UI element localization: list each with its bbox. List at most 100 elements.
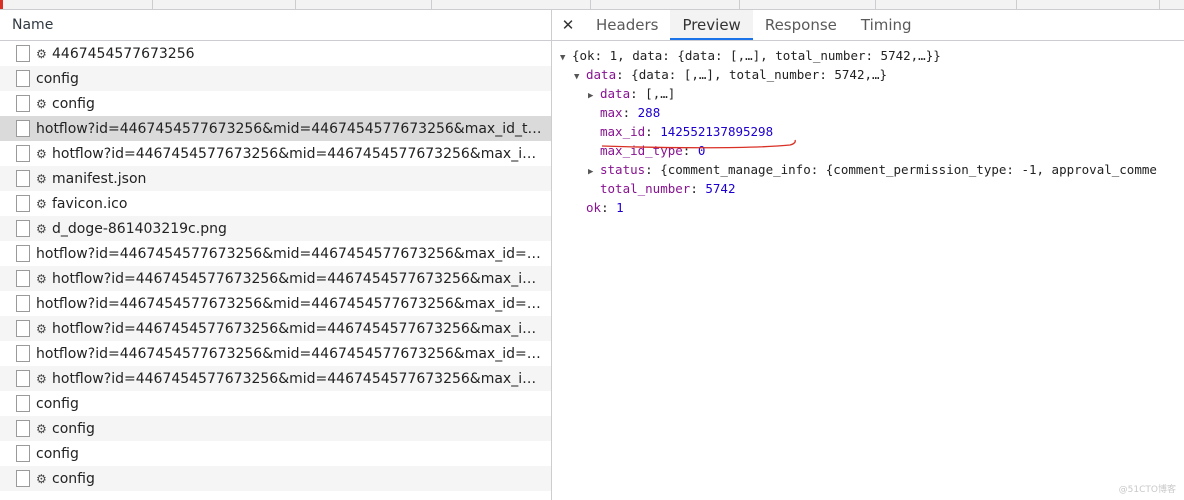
- key-separator: :: [645, 162, 661, 177]
- json-key: max_id: [600, 124, 646, 139]
- request-details-panel: ✕ Headers Preview Response Timing ▼ {ok: …: [552, 10, 1184, 500]
- request-name: hotflow?id=4467454577673256&mid=44674545…: [52, 320, 551, 337]
- tab-timing[interactable]: Timing: [849, 10, 924, 40]
- request-row[interactable]: ⚙ manifest.json: [0, 166, 551, 191]
- file-icon: [16, 345, 30, 362]
- toolbar-cell: [591, 0, 740, 9]
- gear-icon: ⚙: [36, 471, 47, 486]
- json-tree-node: ok: 1: [552, 198, 1184, 217]
- file-icon: [16, 45, 30, 62]
- toolbar-cell: [296, 0, 432, 9]
- toolbar-cell: [432, 0, 591, 9]
- request-row[interactable]: ⚙ hotflow?id=4467454577673256&mid=4467454…: [0, 141, 551, 166]
- file-icon: [16, 420, 30, 437]
- json-preview-tree: ▼ {ok: 1, data: {data: [,…], total_number…: [552, 41, 1184, 217]
- json-value: {comment_manage_info: {comment_permissio…: [660, 162, 1157, 177]
- close-icon[interactable]: ✕: [552, 10, 584, 40]
- request-name: hotflow?id=4467454577673256&mid=44674545…: [52, 370, 551, 387]
- gear-icon: ⚙: [36, 421, 47, 436]
- gear-icon: ⚙: [36, 321, 47, 336]
- request-row[interactable]: ⚙ 4467454577673256: [0, 41, 551, 66]
- toolbar-cell: [0, 0, 153, 9]
- json-tree-node[interactable]: ▶ data: [,…]: [552, 84, 1184, 103]
- request-row[interactable]: ⚙ hotflow?id=4467454577673256&mid=4467454…: [0, 366, 551, 391]
- request-row[interactable]: hotflow?id=4467454577673256&mid=44674545…: [0, 116, 551, 141]
- request-name: favicon.ico: [52, 195, 128, 212]
- key-separator: :: [616, 67, 632, 82]
- key-separator: :: [645, 124, 661, 139]
- gear-icon: ⚙: [36, 221, 47, 236]
- tab-response[interactable]: Response: [753, 10, 849, 40]
- request-name: hotflow?id=4467454577673256&mid=44674545…: [36, 245, 551, 262]
- request-row[interactable]: ⚙ config: [0, 466, 551, 491]
- request-name: hotflow?id=4467454577673256&mid=44674545…: [36, 295, 551, 312]
- request-row[interactable]: ⚙ config: [0, 91, 551, 116]
- json-value: 1: [616, 200, 624, 215]
- top-toolbar-strip: [0, 0, 1184, 10]
- request-row[interactable]: hotflow?id=4467454577673256&mid=44674545…: [0, 291, 551, 316]
- gear-icon: ⚙: [36, 146, 47, 161]
- json-tree-node: max: 288: [552, 103, 1184, 122]
- json-value: {data: [,…], total_number: 5742,…}: [631, 67, 888, 82]
- request-name: hotflow?id=4467454577673256&mid=44674545…: [36, 345, 551, 362]
- file-icon: [16, 370, 30, 387]
- json-value: 5742: [705, 181, 736, 196]
- request-name: config: [52, 95, 95, 112]
- file-icon: [16, 245, 30, 262]
- watermark: @51CTO博客: [1118, 485, 1176, 495]
- toolbar-cell: [876, 0, 1017, 9]
- request-row[interactable]: hotflow?id=4467454577673256&mid=44674545…: [0, 341, 551, 366]
- gear-icon: ⚙: [36, 46, 47, 61]
- tab-preview[interactable]: Preview: [670, 10, 753, 40]
- file-icon: [16, 395, 30, 412]
- json-key: total_number: [600, 181, 691, 196]
- request-row[interactable]: config: [0, 441, 551, 466]
- json-value: {ok: 1, data: {data: [,…], total_number:…: [572, 48, 941, 63]
- request-row[interactable]: ⚙ hotflow?id=4467454577673256&mid=4467454…: [0, 266, 551, 291]
- request-name: config: [36, 70, 79, 87]
- toolbar-cell: [153, 0, 296, 9]
- file-icon: [16, 70, 30, 87]
- json-key: data: [586, 67, 617, 82]
- json-key: max: [600, 105, 623, 120]
- request-name: 4467454577673256: [52, 45, 195, 62]
- request-name: d_doge-861403219c.png: [52, 220, 227, 237]
- key-separator: :: [690, 181, 706, 196]
- request-name: config: [36, 445, 79, 462]
- request-row[interactable]: ⚙ config: [0, 416, 551, 441]
- json-key: status: [600, 162, 646, 177]
- toolbar-cell: [1017, 0, 1160, 9]
- json-tree-node[interactable]: ▼ {ok: 1, data: {data: [,…], total_number…: [552, 46, 1184, 65]
- request-row[interactable]: config: [0, 391, 551, 416]
- json-tree-node[interactable]: ▼ data: {data: [,…], total_number: 5742,……: [552, 65, 1184, 84]
- json-value: [,…]: [645, 86, 676, 101]
- request-row[interactable]: ⚙ favicon.ico: [0, 191, 551, 216]
- file-icon: [16, 270, 30, 287]
- request-name: config: [52, 470, 95, 487]
- file-icon: [16, 470, 30, 487]
- file-icon: [16, 220, 30, 237]
- gear-icon: ⚙: [36, 196, 47, 211]
- request-row[interactable]: config: [0, 66, 551, 91]
- key-separator: :: [622, 105, 638, 120]
- request-name: hotflow?id=4467454577673256&mid=44674545…: [36, 120, 551, 137]
- request-row[interactable]: hotflow?id=4467454577673256&mid=44674545…: [0, 241, 551, 266]
- gear-icon: ⚙: [36, 171, 47, 186]
- tab-headers[interactable]: Headers: [584, 10, 670, 40]
- details-tab-bar: ✕ Headers Preview Response Timing: [552, 10, 1184, 41]
- file-icon: [16, 95, 30, 112]
- red-annotation-underline: [601, 139, 796, 149]
- gear-icon: ⚙: [36, 96, 47, 111]
- name-column-header[interactable]: Name: [0, 10, 551, 41]
- request-name: hotflow?id=4467454577673256&mid=44674545…: [52, 145, 551, 162]
- request-row[interactable]: ⚙ hotflow?id=4467454577673256&mid=4467454…: [0, 316, 551, 341]
- gear-icon: ⚙: [36, 271, 47, 286]
- request-name: hotflow?id=4467454577673256&mid=44674545…: [52, 270, 551, 287]
- json-value: 142552137895298: [660, 124, 774, 139]
- file-icon: [16, 170, 30, 187]
- request-row[interactable]: ⚙ d_doge-861403219c.png: [0, 216, 551, 241]
- request-name: config: [52, 420, 95, 437]
- request-list: ⚙ 4467454577673256 config ⚙ config hotflow?id…: [0, 41, 551, 491]
- json-tree-node[interactable]: ▶ status: {comment_manage_info: {comment_…: [552, 160, 1184, 179]
- key-separator: :: [601, 200, 617, 215]
